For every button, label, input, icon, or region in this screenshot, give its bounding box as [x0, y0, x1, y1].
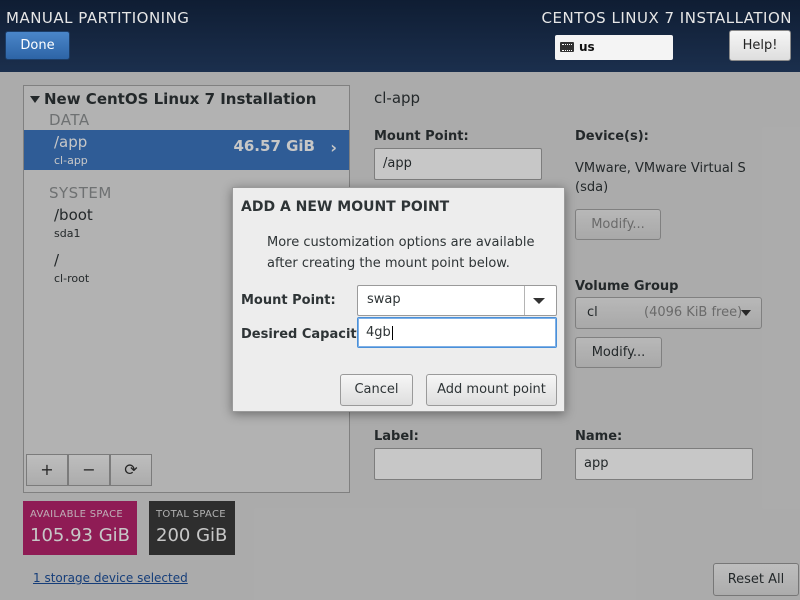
keyboard-icon	[560, 42, 574, 52]
dialog-message: More customization options are available…	[267, 235, 535, 271]
text-caret	[391, 325, 393, 340]
help-button[interactable]: Help!	[729, 30, 791, 61]
cancel-button[interactable]: Cancel	[340, 374, 413, 406]
dropdown-arrow-icon[interactable]	[533, 298, 545, 304]
mount-point-combo[interactable]: swap	[357, 285, 557, 316]
header-bar: MANUAL PARTITIONING CENTOS LINUX 7 INSTA…	[0, 0, 800, 72]
dialog-mount-point-label: Mount Point:	[241, 293, 336, 308]
add-mount-point-dialog: ADD A NEW MOUNT POINT More customization…	[232, 187, 565, 412]
keyboard-layout-label: us	[579, 40, 595, 54]
keyboard-layout-indicator[interactable]: us	[555, 35, 673, 60]
desired-capacity-input[interactable]: 4gb	[357, 317, 557, 348]
mount-point-combo-value[interactable]: swap	[367, 292, 401, 307]
done-button[interactable]: Done	[5, 31, 70, 60]
dialog-capacity-label: Desired Capacity:	[241, 327, 371, 342]
add-mount-point-confirm-button[interactable]: Add mount point	[426, 374, 557, 406]
page-title: MANUAL PARTITIONING	[6, 9, 190, 27]
product-title: CENTOS LINUX 7 INSTALLATION	[541, 9, 792, 27]
combo-separator	[524, 286, 525, 315]
desired-capacity-value: 4gb	[366, 325, 391, 340]
dialog-title: ADD A NEW MOUNT POINT	[241, 199, 450, 215]
